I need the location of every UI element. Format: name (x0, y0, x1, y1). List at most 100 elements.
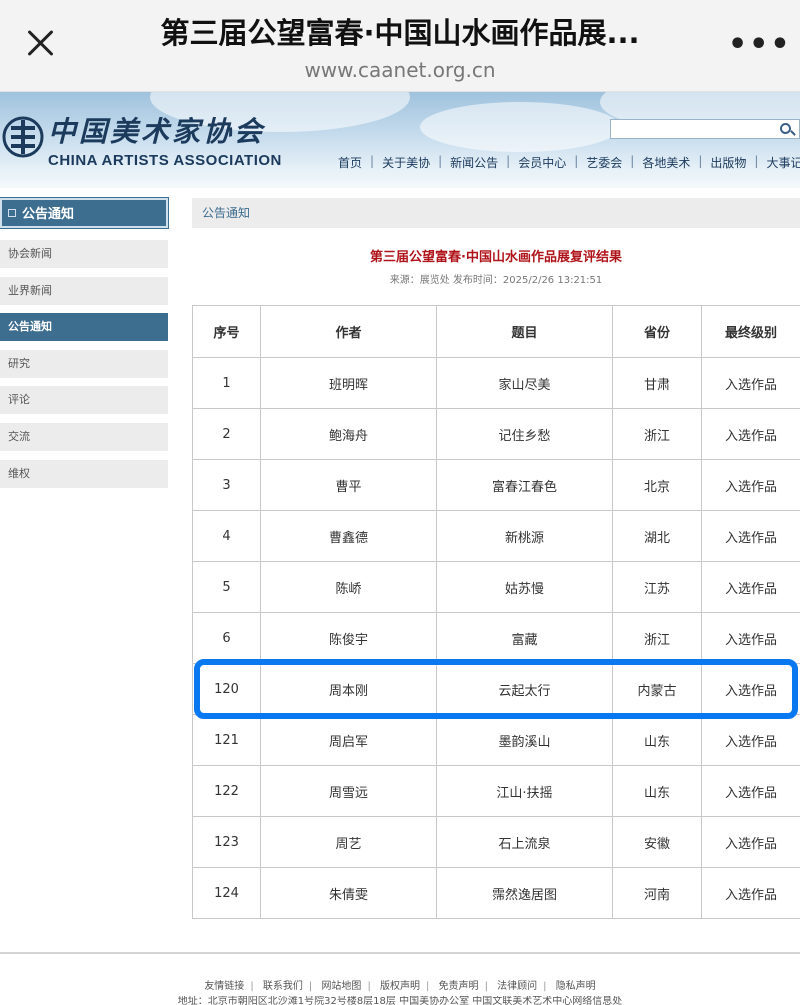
cell-province: 江苏 (612, 561, 702, 613)
nav-item-about[interactable]: 关于美协 (374, 154, 438, 171)
cell-title: 富春江春色 (436, 459, 613, 511)
nav-item-regional[interactable]: 各地美术 (634, 154, 698, 171)
cell-number: 120 (192, 663, 261, 715)
footer-address: 地址：北京市朝阳区北沙滩1号院32号楼8层18层 中国美协办公室 中国文联美术艺… (177, 996, 623, 1005)
sidebar-item-review[interactable]: 评论 (0, 386, 168, 414)
cell-author: 周本刚 (260, 663, 437, 715)
table-row: 3 曹平 富春江春色 北京 入选作品 (192, 459, 800, 511)
page-url[interactable]: www.caanet.org.cn (100, 58, 700, 82)
browser-topbar: 第三届公望富春·中国山水画作品展... www.caanet.org.cn ••… (0, 0, 800, 92)
column-header-title: 题目 (436, 305, 613, 358)
cell-author: 曹平 (260, 459, 437, 511)
cell-province: 北京 (612, 459, 702, 511)
cell-province: 山东 (612, 765, 702, 817)
column-header-number: 序号 (192, 305, 261, 358)
table-row: 1 班明晖 家山尽美 甘肃 入选作品 (192, 357, 800, 409)
table-row: 122 周雪远 江山·扶摇 山东 入选作品 (192, 765, 800, 817)
cell-author: 鲍海舟 (260, 408, 437, 460)
cell-level: 入选作品 (701, 510, 800, 562)
cell-level: 入选作品 (701, 816, 800, 868)
cell-level: 入选作品 (701, 561, 800, 613)
section-title: 公告通知 (192, 198, 800, 228)
table-header-row: 序号 作者 题目 省份 最终级别 (192, 305, 800, 358)
nav-item-home[interactable]: 首页 (330, 154, 370, 171)
search-input[interactable] (610, 119, 800, 139)
sidebar-item-announcements[interactable]: 公告通知 (0, 313, 168, 341)
cell-title: 霈然逸居图 (436, 867, 613, 919)
cell-level: 入选作品 (701, 612, 800, 664)
cell-level: 入选作品 (701, 663, 800, 715)
cell-province: 内蒙古 (612, 663, 702, 715)
cell-author: 曹鑫德 (260, 510, 437, 562)
table-row-highlighted: 120 周本刚 云起太行 内蒙古 入选作品 (192, 663, 800, 715)
sidebar-item-rights[interactable]: 维权 (0, 460, 168, 488)
search-icon[interactable] (780, 123, 791, 134)
cell-title: 记住乡愁 (436, 408, 613, 460)
nav-item-news[interactable]: 新闻公告 (442, 154, 506, 171)
close-icon[interactable] (22, 24, 60, 62)
sidebar-heading: 公告通知 (0, 197, 169, 229)
column-header-level: 最终级别 (701, 305, 800, 358)
cell-title: 家山尽美 (436, 357, 613, 409)
sidebar-item-association-news[interactable]: 协会新闻 (0, 240, 168, 268)
cell-author: 朱倩雯 (260, 867, 437, 919)
footer-link-copyright[interactable]: 版权声明 (374, 981, 426, 992)
footer-links: 友情链接 | 联系我们 | 网站地图 | 版权声明 | 免责声明 | 法律顾问 | 隐私声明 (0, 977, 800, 992)
more-options-icon[interactable]: ••• (728, 30, 790, 60)
sidebar-item-industry-news[interactable]: 业界新闻 (0, 277, 168, 305)
footer-link-disclaimer[interactable]: 免责声明 (433, 981, 485, 992)
cell-level: 入选作品 (701, 408, 800, 460)
table-row: 121 周启军 墨韵溪山 山东 入选作品 (192, 714, 800, 766)
table-row: 124 朱倩雯 霈然逸居图 河南 入选作品 (192, 867, 800, 919)
table-row: 6 陈俊宇 富藏 浙江 入选作品 (192, 612, 800, 664)
logo-text-en[interactable]: CHINA ARTISTS ASSOCIATION (48, 152, 282, 169)
footer-link-legal[interactable]: 法律顾问 (491, 981, 543, 992)
article-meta: 来源：展览处 发布时间：2025/2/26 13:21:51 (389, 275, 603, 286)
table-row: 123 周艺 石上流泉 安徽 入选作品 (192, 816, 800, 868)
table-row: 2 鲍海舟 记住乡愁 浙江 入选作品 (192, 408, 800, 460)
results-table: 序号 作者 题目 省份 最终级别 1 班明晖 家山尽美 甘肃 入选作品 2 鲍海… (192, 305, 800, 919)
footer-separator: | (367, 981, 371, 992)
cell-number: 2 (192, 408, 261, 460)
cell-number: 4 (192, 510, 261, 562)
footer-link-friends[interactable]: 友情链接 (198, 981, 250, 992)
main-nav: 首页 | 关于美协 | 新闻公告 | 会员中心 | 艺委会 | 各地美术 | 出版物 | 大事… (330, 154, 800, 171)
footer-link-privacy[interactable]: 隐私声明 (550, 981, 602, 992)
sidebar-item-exchange[interactable]: 交流 (0, 423, 168, 451)
nav-item-events[interactable]: 大事记 (758, 154, 800, 171)
cell-number: 5 (192, 561, 261, 613)
nav-item-committees[interactable]: 艺委会 (578, 154, 630, 171)
column-header-author: 作者 (260, 305, 437, 358)
cell-title: 姑苏慢 (436, 561, 613, 613)
cell-title: 富藏 (436, 612, 613, 664)
article-title: 第三届公望富春·中国山水画作品展复评结果 (370, 250, 622, 265)
cell-author: 周启军 (260, 714, 437, 766)
logo-text-cn[interactable]: 中国美术家协会 (48, 110, 265, 150)
cell-number: 124 (192, 867, 261, 919)
nav-item-members[interactable]: 会员中心 (510, 154, 574, 171)
footer-link-sitemap[interactable]: 网站地图 (315, 981, 367, 992)
cell-province: 湖北 (612, 510, 702, 562)
cell-title: 石上流泉 (436, 816, 613, 868)
footer-link-contact[interactable]: 联系我们 (257, 981, 309, 992)
footer-separator: | (543, 981, 547, 992)
cell-number: 123 (192, 816, 261, 868)
cell-number: 3 (192, 459, 261, 511)
column-header-province: 省份 (612, 305, 702, 358)
table-row: 4 曹鑫德 新桃源 湖北 入选作品 (192, 510, 800, 562)
cell-author: 班明晖 (260, 357, 437, 409)
footer-separator: | (308, 981, 313, 992)
cell-title: 新桃源 (436, 510, 613, 562)
logo-icon[interactable] (2, 114, 44, 160)
cell-level: 入选作品 (701, 357, 800, 409)
cell-province: 甘肃 (612, 357, 702, 409)
site-header: 中国美术家协会 CHINA ARTISTS ASSOCIATION 首页 | 关于… (0, 92, 800, 188)
footer-divider (0, 952, 800, 954)
cell-province: 山东 (612, 714, 702, 766)
cell-title: 云起太行 (436, 663, 613, 715)
cell-level: 入选作品 (701, 714, 800, 766)
sidebar-item-research[interactable]: 研究 (0, 350, 168, 378)
cell-number: 6 (192, 612, 261, 664)
nav-item-publications[interactable]: 出版物 (702, 154, 754, 171)
cell-level: 入选作品 (701, 459, 800, 511)
